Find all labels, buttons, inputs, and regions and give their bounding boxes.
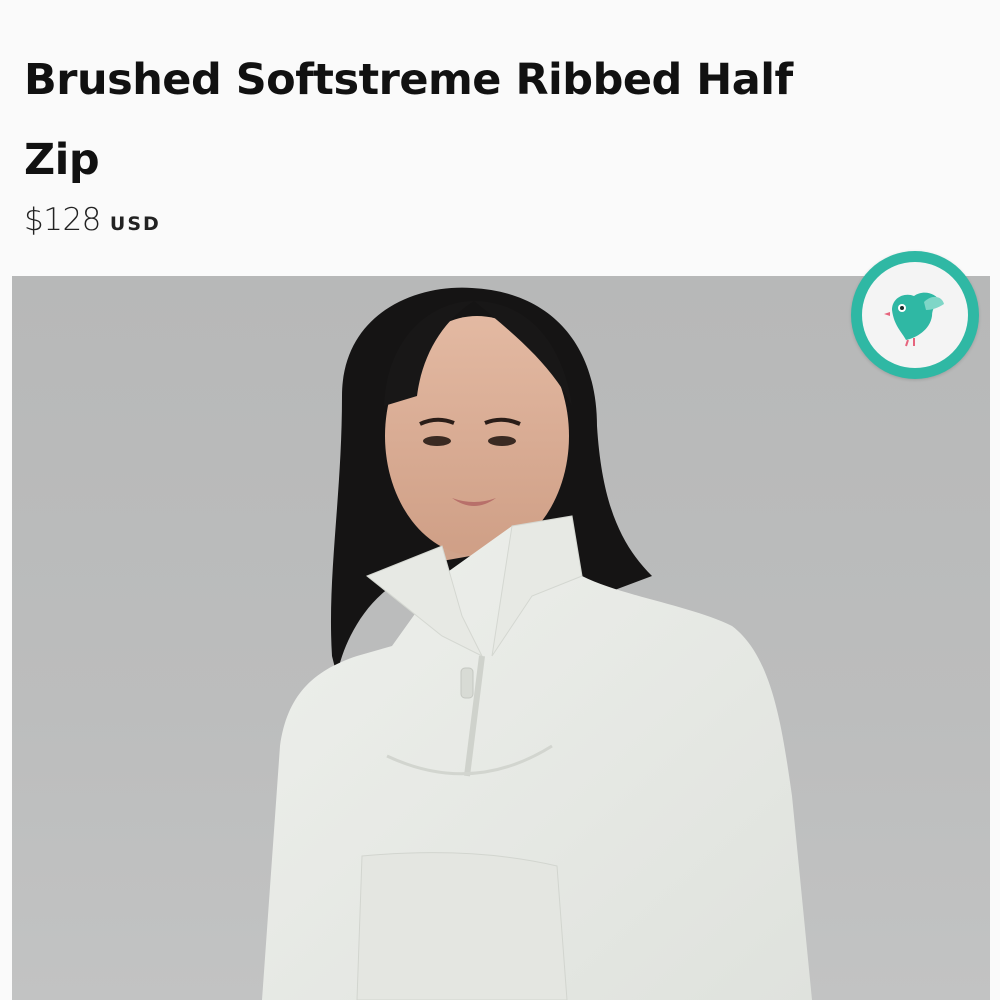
price-currency: USD <box>109 213 161 235</box>
model-photo <box>262 287 812 1000</box>
right-eye <box>488 436 516 446</box>
price-row: $128 USD <box>24 202 844 238</box>
kangaroo-pocket <box>356 852 568 1000</box>
price-amount: $128 <box>24 202 101 238</box>
product-header: Brushed Softstreme Ribbed Half Zip $128 … <box>24 40 844 238</box>
left-eye <box>423 436 451 446</box>
product-title: Brushed Softstreme Ribbed Half Zip <box>24 55 793 185</box>
zipper-pull <box>460 667 474 699</box>
rewards-badge[interactable] <box>851 251 979 379</box>
teal-bird-icon <box>884 292 944 347</box>
product-image[interactable] <box>12 276 990 1000</box>
